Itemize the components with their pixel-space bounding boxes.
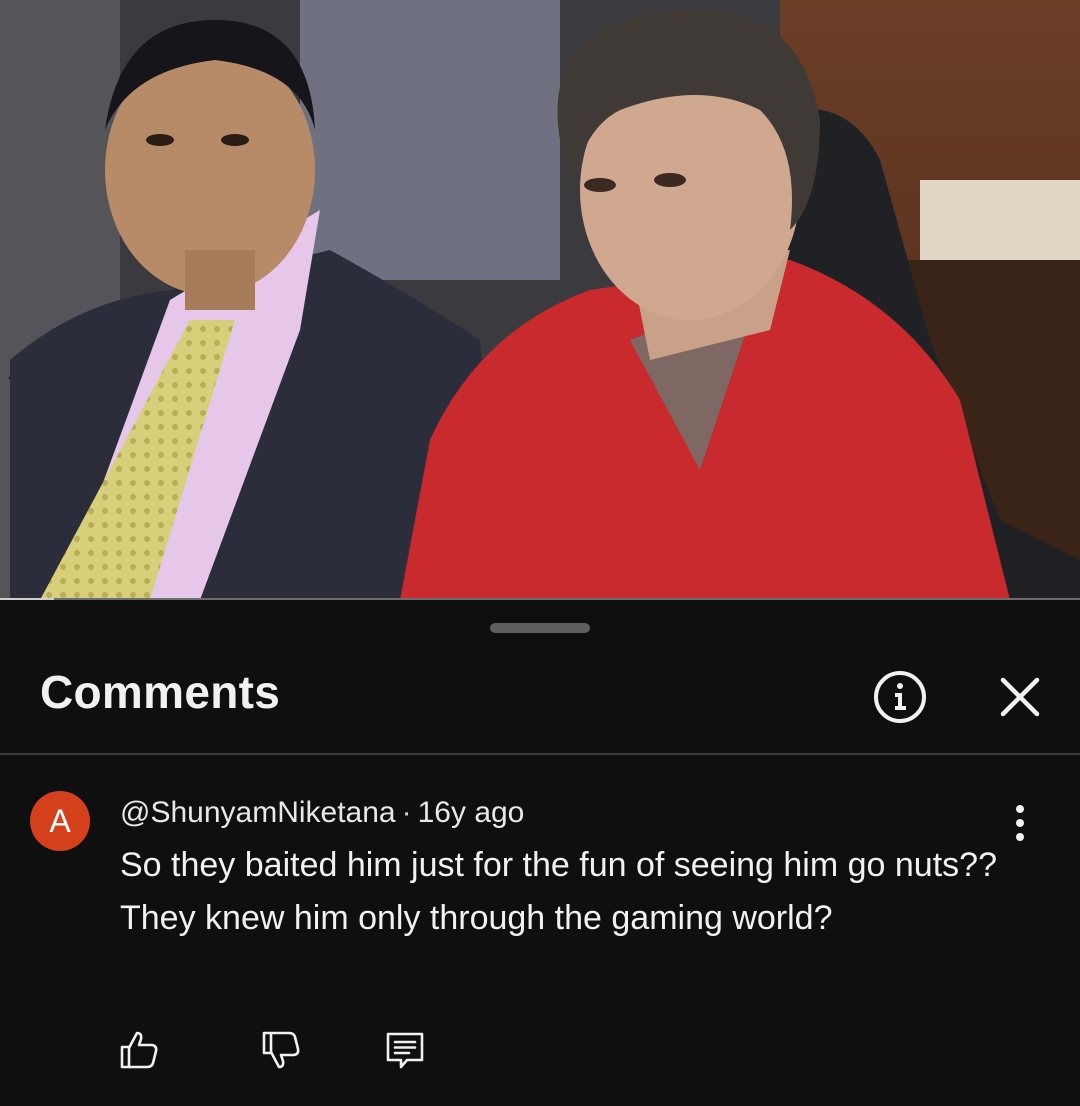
- video-player[interactable]: [0, 0, 1080, 600]
- comment-meta: @ShunyamNiketana · 16y ago: [120, 796, 524, 830]
- video-frame: [0, 0, 1080, 600]
- thumbs-up-icon: [120, 1031, 158, 1069]
- info-button[interactable]: [868, 665, 932, 729]
- comment-text: So they baited him just for the fun of s…: [120, 846, 997, 937]
- dislike-button[interactable]: [258, 1027, 304, 1073]
- comment-time: 16y ago: [417, 796, 525, 829]
- comments-sheet: Comments A @ShunyamNiketana · 16y ago So…: [0, 603, 1080, 1106]
- comment-more-button[interactable]: [1000, 801, 1040, 845]
- header-divider: [0, 753, 1080, 755]
- reply-icon: [386, 1032, 424, 1069]
- comment-author[interactable]: @ShunyamNiketana: [120, 796, 396, 829]
- drag-handle[interactable]: [490, 623, 590, 633]
- video-progress-fill: [0, 598, 54, 600]
- more-vertical-icon: [1016, 805, 1024, 841]
- close-button[interactable]: [990, 667, 1050, 727]
- comments-title: Comments: [40, 666, 281, 718]
- info-icon: [874, 671, 926, 723]
- close-icon: [1000, 677, 1040, 717]
- reply-button[interactable]: [382, 1027, 428, 1073]
- app-screen: Comments A @ShunyamNiketana · 16y ago So…: [0, 0, 1080, 1106]
- thumbs-down-icon: [262, 1031, 300, 1069]
- video-progress-bar[interactable]: [0, 598, 1080, 600]
- avatar[interactable]: A: [30, 791, 90, 851]
- like-button[interactable]: [116, 1027, 162, 1073]
- meta-separator: ·: [401, 796, 412, 829]
